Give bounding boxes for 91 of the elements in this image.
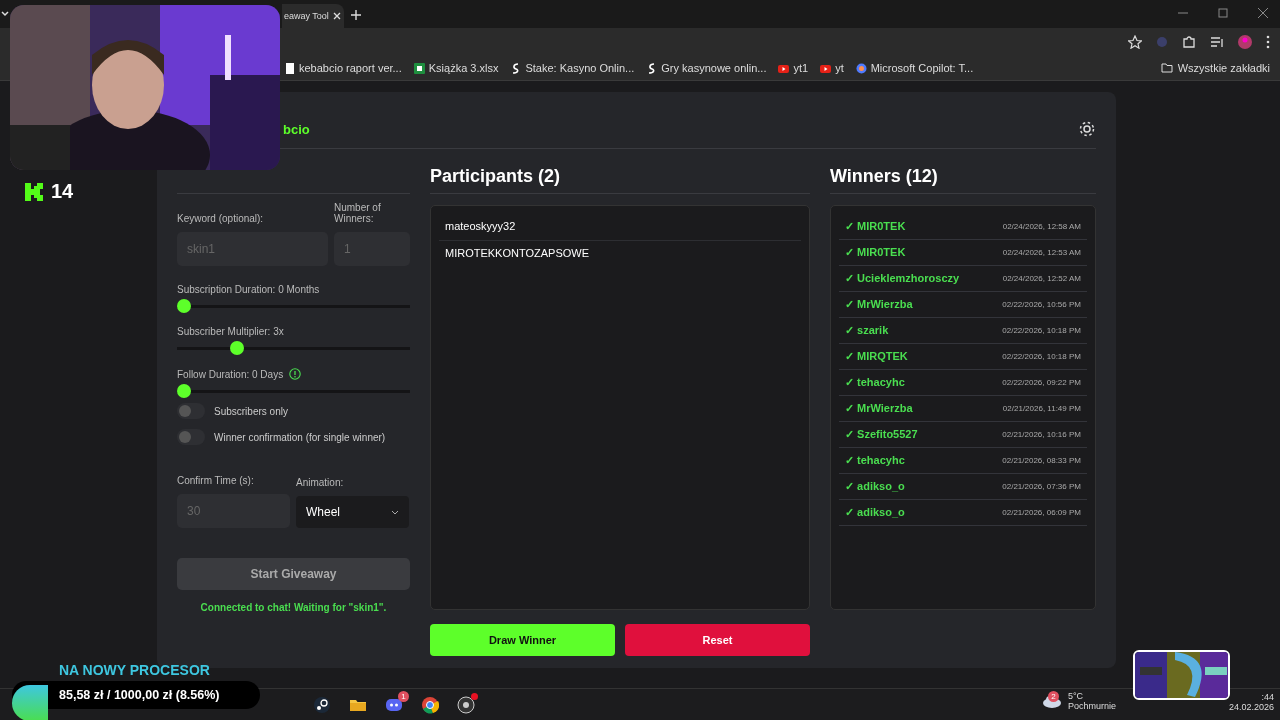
- chevron-down-icon[interactable]: [0, 9, 10, 19]
- bookmark[interactable]: kebabcio raport ver...: [284, 62, 402, 74]
- winner-time: 02/22/2026, 10:18 PM: [1002, 352, 1081, 361]
- bookmark[interactable]: Książka 3.xlsx: [413, 62, 499, 74]
- participant-name: MIROTEKKONTOZAPSOWE: [444, 246, 591, 261]
- slider-label: Follow Duration: 0 Days: [177, 368, 284, 380]
- winner-name: ✓ MrWierzba: [845, 402, 913, 415]
- star-icon[interactable]: [1128, 35, 1142, 49]
- winner-time: 02/21/2026, 06:09 PM: [1002, 508, 1081, 517]
- spreadsheet-icon: [413, 62, 425, 74]
- section-heading: Winners (12): [830, 157, 1096, 194]
- weather-temperature: 5°C: [1068, 691, 1085, 701]
- winner-name: ✓ Ucieklemzhorosczy: [845, 272, 960, 285]
- winner-name: ✓ MIR0TEK: [845, 246, 906, 259]
- goal-title: NA NOWY PROCESOR: [59, 662, 210, 678]
- status-message: Connected to chat! Waiting for "skin1".: [199, 602, 388, 613]
- winner-time: 02/22/2026, 10:18 PM: [1002, 326, 1081, 335]
- section-heading: Participants (2): [430, 157, 810, 194]
- play-icon: [778, 62, 790, 74]
- draw-winner-button[interactable]: Draw Winner: [430, 624, 615, 656]
- keyword-field[interactable]: skin1: [177, 232, 328, 266]
- winners-count-field[interactable]: 1: [334, 232, 410, 266]
- winner-name: ✓ MIRQTEK: [845, 350, 908, 363]
- settings-icon[interactable]: [1078, 120, 1096, 138]
- toggle-label: Subscribers only: [214, 405, 288, 417]
- restore-icon[interactable]: [1218, 8, 1228, 18]
- winner-time: 02/24/2026, 12:58 AM: [1002, 222, 1081, 231]
- all-bookmarks[interactable]: Wszystkie zakładki: [1160, 62, 1270, 74]
- confirm-time-field[interactable]: 30: [177, 494, 290, 528]
- play-icon: [820, 62, 832, 74]
- clock-time: :44: [1261, 692, 1274, 702]
- field-label: Animation:: [296, 477, 345, 488]
- winner-time: 02/21/2026, 07:36 PM: [1002, 482, 1081, 491]
- field-label: Number of Winners:: [334, 202, 382, 224]
- field-label: Keyword (optional):: [177, 213, 265, 224]
- winner-name: ✓ szarik: [845, 324, 889, 337]
- viewer-count: 14: [51, 180, 74, 203]
- letter-k-icon: [25, 182, 43, 201]
- media-icon[interactable]: [1210, 35, 1224, 49]
- reset-button[interactable]: Reset: [625, 624, 810, 656]
- winner-name: ✓ MrWierzba: [845, 298, 913, 311]
- chrome-icon: [421, 695, 439, 714]
- toggle-switch[interactable]: [177, 403, 205, 419]
- start-giveaway-button[interactable]: Start Giveaway: [177, 558, 410, 590]
- slider-label: Subscriber Multiplier: 3x: [177, 326, 284, 337]
- weather-condition: Pochmurnie: [1068, 701, 1117, 711]
- clock-date: 24.02.2026: [1228, 702, 1274, 712]
- winner-name: ✓ tehacyhc: [845, 376, 905, 389]
- plus-icon[interactable]: [350, 9, 362, 21]
- winner-name: ✓ tehacyhc: [845, 454, 905, 467]
- steam-icon: [313, 695, 331, 714]
- avatar-icon[interactable]: [1238, 35, 1252, 49]
- bookmark[interactable]: yt: [820, 62, 844, 74]
- bookmark[interactable]: Microsoft Copilot: T...: [855, 62, 974, 74]
- taskbar-app[interactable]: 1: [382, 692, 406, 717]
- menu-icon[interactable]: [1266, 35, 1270, 49]
- bookmark[interactable]: Stake: Kasyno Onlin...: [510, 62, 635, 74]
- notification-badge: 1: [398, 690, 409, 702]
- folder-icon: [1160, 63, 1173, 73]
- participant-name: mateoskyyy32: [439, 214, 801, 241]
- slider-thumb[interactable]: [177, 299, 191, 313]
- toggle-label: Winner confirmation (for single winner): [214, 431, 386, 443]
- bookmark[interactable]: Gry kasynowe onlin...: [646, 62, 767, 74]
- winner-name: ✓ adikso_o: [845, 506, 905, 519]
- winner-name: ✓ MIR0TEK: [845, 220, 906, 233]
- browser-tab[interactable]: eaway Tool: [282, 4, 344, 28]
- winner-time: 02/21/2026, 11:49 PM: [1002, 404, 1081, 413]
- winner-time: 02/22/2026, 10:56 PM: [1002, 300, 1081, 309]
- toggle-switch[interactable]: [177, 429, 205, 445]
- slider-label: Subscription Duration: 0 Months: [177, 284, 320, 295]
- goal-icon: [12, 685, 48, 720]
- chevron-down-icon: [391, 509, 399, 515]
- close-icon[interactable]: [1258, 8, 1268, 18]
- winner-time: 02/24/2026, 12:53 AM: [1002, 248, 1081, 257]
- slider-thumb[interactable]: [229, 341, 244, 355]
- slider-thumb[interactable]: [177, 384, 191, 398]
- winner-time: 02/21/2026, 08:33 PM: [1002, 456, 1081, 465]
- winner-time: 02/21/2026, 10:16 PM: [1002, 430, 1081, 439]
- field-label: Confirm Time (s):: [177, 475, 255, 486]
- record-icon: [457, 695, 475, 714]
- winner-name: ✓ adikso_o: [845, 480, 905, 493]
- animation-select[interactable]: Wheel: [296, 496, 409, 528]
- winner-time: 02/22/2026, 09:22 PM: [1002, 378, 1081, 387]
- winner-time: 02/24/2026, 12:52 AM: [1002, 274, 1081, 283]
- winner-name: ✓ Szefito5527: [845, 428, 918, 441]
- bookmark[interactable]: yt1: [778, 62, 809, 74]
- taskbar-app[interactable]: [454, 692, 478, 717]
- document-icon: [284, 62, 295, 74]
- notification-badge: 2: [1048, 691, 1059, 702]
- app-title: bcio: [283, 121, 310, 137]
- close-icon[interactable]: [331, 11, 342, 21]
